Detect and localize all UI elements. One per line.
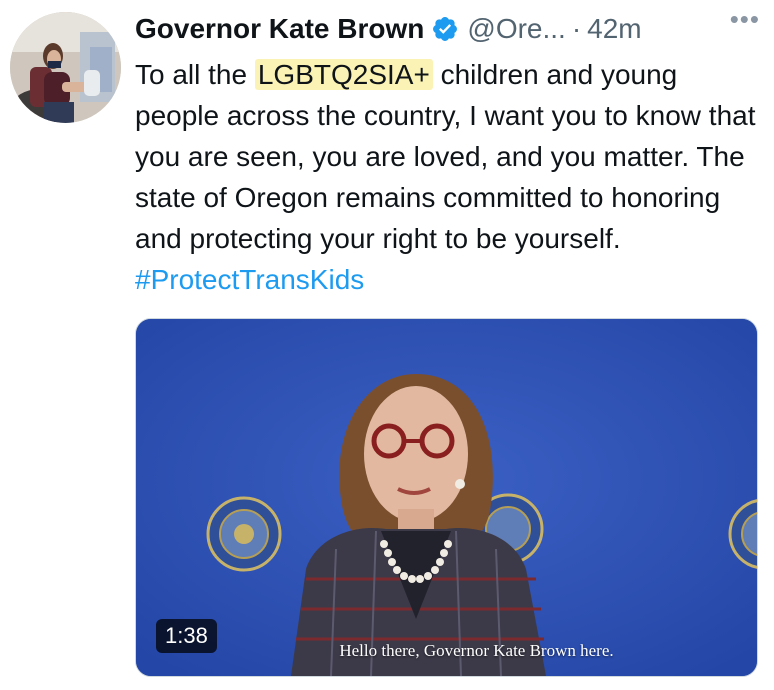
avatar-photo [10, 12, 121, 123]
tweet: Governor Kate Brown @Ore... · 42m ••• To… [0, 0, 774, 690]
tweet-text: To all the LGBTQ2SIA+ children and young… [135, 54, 760, 300]
verified-badge-icon [433, 17, 458, 41]
timestamp[interactable]: 42m [587, 13, 641, 45]
tweet-header: Governor Kate Brown @Ore... · 42m [135, 8, 765, 50]
video-frame [136, 319, 757, 676]
video-caption: Hello there, Governor Kate Brown here. [339, 641, 614, 660]
tweet-text-start: To all the [135, 59, 255, 90]
display-name[interactable]: Governor Kate Brown [135, 13, 424, 45]
more-options-icon[interactable]: ••• [730, 4, 760, 35]
hashtag-link[interactable]: #ProtectTransKids [135, 264, 364, 295]
state-seal-left [206, 496, 282, 572]
highlighted-term: LGBTQ2SIA+ [254, 59, 433, 90]
avatar[interactable] [10, 12, 121, 123]
video-player[interactable]: 1:38 Hello there, Governor Kate Brown he… [135, 318, 758, 677]
separator-dot: · [571, 13, 582, 44]
user-handle[interactable]: @Ore... [467, 13, 565, 45]
